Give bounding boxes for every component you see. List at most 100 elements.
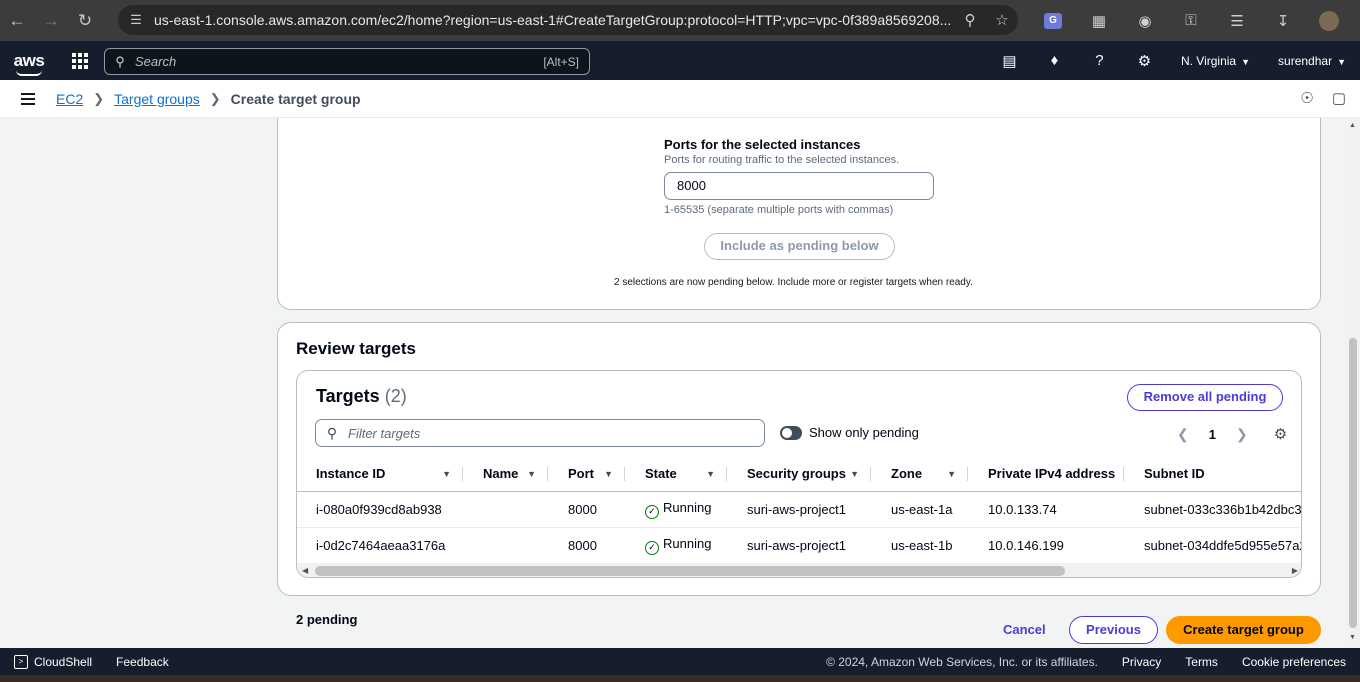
cell-zone: us-east-1b [871, 527, 968, 564]
show-only-pending-toggle[interactable] [780, 426, 802, 440]
cloudshell-icon[interactable]: ▤ [987, 52, 1032, 70]
pending-count: 2 pending [296, 612, 358, 627]
profile-avatar[interactable] [1319, 10, 1339, 31]
translate-extension-icon[interactable]: G [1044, 12, 1062, 29]
search-placeholder: Search [135, 54, 177, 69]
pagination: ❮ 1 ❯ ⚙ [1177, 425, 1287, 444]
column-header-zone[interactable]: Zone ▼ [871, 457, 968, 492]
filter-targets-input[interactable]: ⚲ Filter targets [315, 419, 765, 447]
column-header-ipv4[interactable]: Private IPv4 address [968, 457, 1124, 492]
ports-input[interactable]: 8000 [664, 172, 934, 200]
sort-caret-icon[interactable]: ▼ [706, 469, 715, 479]
column-header-instance-id[interactable]: Instance ID ▼ [297, 457, 463, 492]
services-grid-icon[interactable] [58, 52, 102, 69]
column-header-security-groups[interactable]: Security groups ▼ [727, 457, 871, 492]
address-bar[interactable]: ☰ us-east-1.console.aws.amazon.com/ec2/h… [118, 5, 1018, 35]
extensions-icon[interactable]: ▦ [1076, 12, 1122, 30]
caret-down-icon: ▼ [1337, 56, 1346, 67]
include-as-pending-button[interactable]: Include as pending below [704, 233, 895, 260]
scroll-left-arrow-icon[interactable]: ◀ [302, 566, 308, 575]
help-icon[interactable]: ? [1077, 52, 1122, 69]
remove-all-pending-button[interactable]: Remove all pending [1127, 384, 1283, 411]
sort-caret-icon[interactable]: ▼ [850, 469, 859, 479]
previous-button[interactable]: Previous [1069, 616, 1158, 644]
targets-table: Instance ID ▼ Name ▼ Port ▼ State ▼ Security… [297, 457, 1301, 564]
breadcrumb-ec2[interactable]: EC2 [56, 91, 83, 107]
breadcrumb-current: Create target group [230, 90, 361, 107]
menu-hamburger-icon[interactable] [0, 92, 56, 105]
cell-subnet: subnet-034ddfe5d955e57a2 [1124, 527, 1301, 564]
feedback-link[interactable]: Feedback [116, 655, 169, 669]
cookie-preferences-link[interactable]: Cookie preferences [1242, 655, 1346, 669]
cell-name [463, 527, 548, 564]
table-row[interactable]: i-0d2c7464aeaa3176a 8000 ✓ Running suri-a… [297, 527, 1301, 564]
scrollbar-thumb[interactable] [315, 566, 1065, 576]
terminal-icon: > [14, 654, 28, 669]
region-selector[interactable]: N. Virginia ▼ [1167, 54, 1264, 68]
aws-top-nav: aws ⚲ Search [Alt+S] ▤ ♦ ? ⚙ N. Virginia… [0, 41, 1360, 80]
sort-caret-icon[interactable]: ▼ [947, 469, 956, 479]
breadcrumb-target-groups[interactable]: Target groups [114, 91, 200, 107]
privacy-link[interactable]: Privacy [1122, 655, 1161, 669]
sort-caret-icon[interactable]: ▼ [527, 469, 536, 479]
chevron-right-icon[interactable]: ❯ [1236, 426, 1248, 443]
settings-gear-icon[interactable]: ⚙ [1122, 52, 1167, 70]
ports-hint: 1-65535 (separate multiple ports with co… [664, 204, 894, 216]
table-row[interactable]: i-080a0f939cd8ab938 8000 ✓ Running suri-a… [297, 491, 1301, 528]
cell-port: 8000 [548, 527, 625, 564]
check-circle-icon: ✓ [645, 504, 659, 519]
column-header-subnet[interactable]: Subnet ID [1124, 457, 1301, 492]
copyright-text: © 2024, Amazon Web Services, Inc. or its… [826, 655, 1098, 669]
search-icon: ⚲ [115, 53, 125, 69]
column-header-name[interactable]: Name ▼ [463, 457, 548, 492]
search-icon: ⚲ [326, 424, 338, 441]
console-search-input[interactable]: ⚲ Search [Alt+S] [104, 48, 590, 75]
reading-list-icon[interactable]: ☰ [1214, 12, 1260, 30]
targets-count: (2) [384, 386, 407, 406]
reload-icon[interactable]: ↻ [68, 4, 102, 38]
column-header-state[interactable]: State ▼ [625, 457, 727, 492]
scroll-up-arrow-icon[interactable]: ▲ [1349, 122, 1356, 129]
cell-zone: us-east-1a [871, 491, 968, 528]
ports-label: Ports for the selected instances [664, 137, 861, 152]
targets-table-container: Targets (2) Remove all pending ⚲ Filter … [296, 370, 1302, 578]
table-settings-gear-icon[interactable]: ⚙ [1274, 425, 1287, 443]
search-shortcut: [Alt+S] [543, 54, 579, 69]
page-number[interactable]: 1 [1209, 427, 1216, 442]
download-icon[interactable]: ↧ [1260, 12, 1306, 30]
password-key-icon[interactable]: ⚿ [1168, 12, 1214, 29]
cell-ipv4: 10.0.146.199 [968, 527, 1124, 564]
chevron-right-icon: ❯ [93, 90, 105, 106]
browser-toolbar: ← → ↻ ☰ us-east-1.console.aws.amazon.com… [0, 0, 1360, 41]
check-circle-icon: ✓ [645, 540, 659, 555]
vertical-scrollbar[interactable]: ▲ ▼ [1346, 118, 1360, 648]
feedback-panel-icon[interactable]: ▢ [1332, 89, 1346, 107]
url-text[interactable]: us-east-1.console.aws.amazon.com/ec2/hom… [154, 12, 954, 28]
terms-link[interactable]: Terms [1185, 655, 1218, 669]
create-target-group-button[interactable]: Create target group [1166, 616, 1321, 644]
scroll-down-arrow-icon[interactable]: ▼ [1349, 634, 1356, 641]
console-footer: > CloudShell Feedback © 2024, Amazon Web… [0, 648, 1360, 675]
cancel-button[interactable]: Cancel [1003, 622, 1046, 637]
notifications-bell-icon[interactable]: ♦ [1032, 52, 1077, 69]
account-menu[interactable]: surendhar ▼ [1264, 54, 1360, 68]
zoom-icon[interactable]: ⚲ [954, 11, 986, 29]
sort-caret-icon[interactable]: ▼ [604, 469, 613, 479]
cell-subnet: subnet-033c336b1b42dbc3b [1124, 491, 1301, 528]
scroll-right-arrow-icon[interactable]: ▶ [1292, 566, 1298, 575]
bookmark-star-icon[interactable]: ☆ [986, 11, 1018, 29]
info-panel-icon[interactable]: ☉ [1300, 89, 1313, 107]
back-icon[interactable]: ← [0, 4, 34, 38]
state-label: Running [663, 535, 712, 551]
horizontal-scrollbar[interactable]: ◀ ▶ [297, 563, 1301, 577]
site-settings-icon[interactable]: ☰ [118, 12, 154, 28]
chevron-left-icon[interactable]: ❮ [1177, 426, 1189, 443]
browser-menu-icon[interactable]: ⋮ [1352, 12, 1360, 30]
sort-caret-icon[interactable]: ▼ [442, 469, 451, 479]
incognito-icon[interactable]: ◉ [1122, 12, 1168, 30]
cloudshell-link[interactable]: > CloudShell [14, 654, 92, 669]
scrollbar-thumb[interactable] [1349, 338, 1357, 628]
forward-icon[interactable]: → [34, 4, 68, 38]
aws-logo[interactable]: aws [0, 51, 58, 76]
column-header-port[interactable]: Port ▼ [548, 457, 625, 492]
